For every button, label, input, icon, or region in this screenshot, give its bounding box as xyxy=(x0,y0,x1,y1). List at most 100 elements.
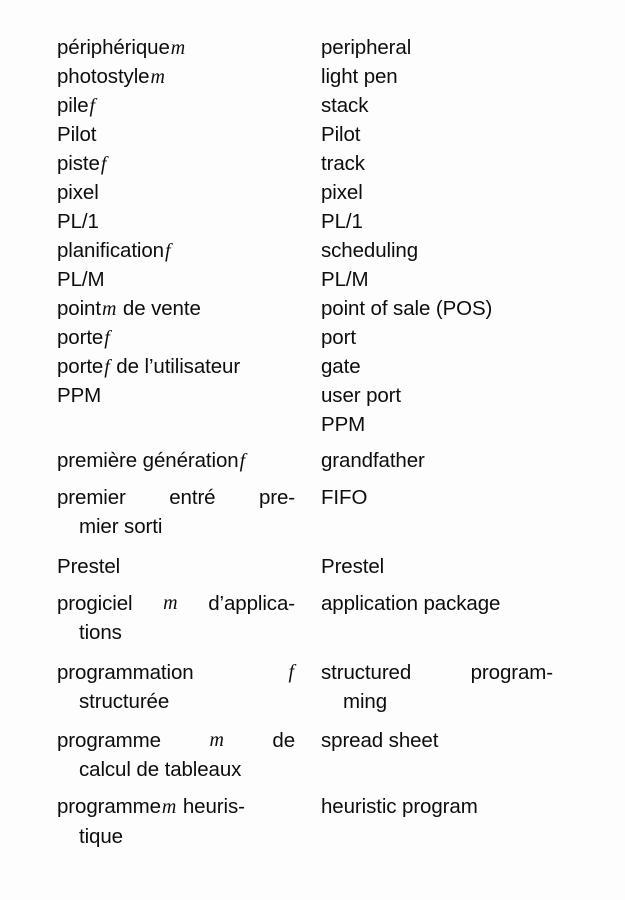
entry-line: PL/M xyxy=(57,268,105,291)
french-headword[interactable]: pixel xyxy=(57,178,297,207)
entry-line: portef xyxy=(57,326,110,349)
gender-marker: m xyxy=(209,729,224,751)
entry-line-justified: structured program- xyxy=(321,658,553,687)
gender-marker: m xyxy=(170,37,186,59)
entry-line: PL/M xyxy=(321,268,369,291)
english-translation[interactable]: heuristic program xyxy=(321,792,569,821)
entry-line: user port xyxy=(321,384,401,407)
entry-line: programmem heuris- xyxy=(57,795,245,818)
entry-line: planificationf xyxy=(57,239,171,262)
entry-word: d’applica- xyxy=(208,592,295,615)
gender-marker: f xyxy=(288,661,295,683)
english-translation[interactable]: user port xyxy=(321,381,569,410)
english-translation[interactable]: track xyxy=(321,149,569,178)
french-headword[interactable]: pistef xyxy=(57,149,297,179)
entry-continuation-line: tions xyxy=(79,621,122,644)
french-headword[interactable]: portef xyxy=(57,323,297,353)
entry-word: program- xyxy=(470,661,553,684)
french-headword[interactable]: premier entré pre-mier sorti xyxy=(57,483,297,541)
entry-line: Prestel xyxy=(57,555,121,578)
entry-line: pilef xyxy=(57,94,95,117)
french-headword[interactable]: programmation f structurée xyxy=(57,658,297,716)
dictionary-page: périphériquem peripheral photostylem light … xyxy=(0,0,625,900)
english-translation[interactable]: FIFO xyxy=(321,483,569,512)
entry-line: FIFO xyxy=(321,486,368,509)
french-headword[interactable]: PL/M xyxy=(57,265,297,294)
french-headword[interactable]: planificationf xyxy=(57,236,297,266)
english-translation[interactable]: port xyxy=(321,323,569,352)
english-translation[interactable]: peripheral xyxy=(321,33,569,62)
entry-word: entré xyxy=(169,486,216,509)
english-translation[interactable]: gate xyxy=(321,352,569,381)
gender-marker: m xyxy=(161,796,177,818)
entry-line: pixel xyxy=(57,181,99,204)
french-headword[interactable]: portef de l’utilisateur xyxy=(57,352,297,382)
french-headword[interactable]: première générationf xyxy=(57,446,297,476)
french-headword[interactable]: photostylem xyxy=(57,62,297,92)
english-translation[interactable]: light pen xyxy=(321,62,569,91)
french-headword[interactable]: pointm de vente xyxy=(57,294,297,324)
entry-line: Pilot xyxy=(321,123,361,146)
french-headword[interactable]: périphériquem xyxy=(57,33,297,63)
french-headword[interactable]: progiciel m d’applica-tions xyxy=(57,589,297,647)
english-translation[interactable]: PL/M xyxy=(321,265,569,294)
entry-line-justified: programmation f xyxy=(57,658,295,687)
entry-continuation-line: structurée xyxy=(79,690,170,713)
entry-line: port xyxy=(321,326,356,349)
entry-word: pre- xyxy=(258,486,295,509)
entry-line: application package xyxy=(321,592,501,615)
french-headword[interactable]: PL/1 xyxy=(57,207,297,236)
english-translation[interactable]: scheduling xyxy=(321,236,569,265)
french-headword[interactable]: PPM xyxy=(57,381,297,410)
entry-line: scheduling xyxy=(321,239,419,262)
french-headword[interactable]: Prestel xyxy=(57,552,297,581)
gender-marker: m xyxy=(163,592,178,614)
gender-marker: f xyxy=(104,356,110,378)
english-translation[interactable]: Prestel xyxy=(321,552,569,581)
entry-line: gate xyxy=(321,355,361,378)
entry-line: PPM xyxy=(321,413,366,436)
gender-marker: f xyxy=(100,153,107,175)
english-translation[interactable]: Pilot xyxy=(321,120,569,149)
entry-line: stack xyxy=(321,94,369,117)
entry-word: progiciel xyxy=(57,592,133,615)
english-translation[interactable]: point of sale (POS) xyxy=(321,294,569,323)
entry-line-justified: progiciel m d’applica- xyxy=(57,589,295,618)
entry-line: track xyxy=(321,152,365,175)
entry-line: première générationf xyxy=(57,449,246,472)
entry-line-justified: premier entré pre- xyxy=(57,483,295,512)
entry-line: PL/1 xyxy=(57,210,99,233)
gender-marker: m xyxy=(101,298,117,320)
gender-marker: f xyxy=(239,450,246,472)
entry-line: Prestel xyxy=(321,555,385,578)
english-translation[interactable]: spread sheet xyxy=(321,726,569,755)
entry-line: point of sale (POS) xyxy=(321,297,493,320)
entry-continuation-line: ming xyxy=(343,690,388,713)
english-translation[interactable]: stack xyxy=(321,91,569,120)
english-translation[interactable]: pixel xyxy=(321,178,569,207)
english-translation[interactable]: PPM xyxy=(321,410,569,439)
entry-line: pistef xyxy=(57,152,107,175)
french-headword[interactable]: programmem heuris-tique xyxy=(57,792,297,851)
gender-marker: m xyxy=(150,66,165,88)
entry-continuation-line: calcul de tableaux xyxy=(79,758,242,781)
entry-word: programmation xyxy=(57,661,194,684)
gender-marker: f xyxy=(164,240,171,262)
french-headword[interactable]: Pilot xyxy=(57,120,297,149)
gender-marker: f xyxy=(104,327,110,349)
entry-line: heuristic program xyxy=(321,795,478,818)
entry-line: spread sheet xyxy=(321,729,439,752)
entry-word: de xyxy=(272,729,295,752)
entry-line: pixel xyxy=(321,181,363,204)
entry-continuation-line: tique xyxy=(79,825,123,848)
entry-line: portef de l’utilisateur xyxy=(57,355,241,378)
english-translation[interactable]: structured program-ming xyxy=(321,658,569,716)
entry-continuation-line: mier sorti xyxy=(79,515,163,538)
french-headword[interactable]: pilef xyxy=(57,91,297,121)
english-translation[interactable]: PL/1 xyxy=(321,207,569,236)
entry-line: light pen xyxy=(321,65,398,88)
english-translation[interactable]: application package xyxy=(321,589,569,618)
entry-line: photostylem xyxy=(57,65,165,88)
english-translation[interactable]: grandfather xyxy=(321,446,569,475)
french-headword[interactable]: programme m de calcul de tableaux xyxy=(57,726,297,784)
